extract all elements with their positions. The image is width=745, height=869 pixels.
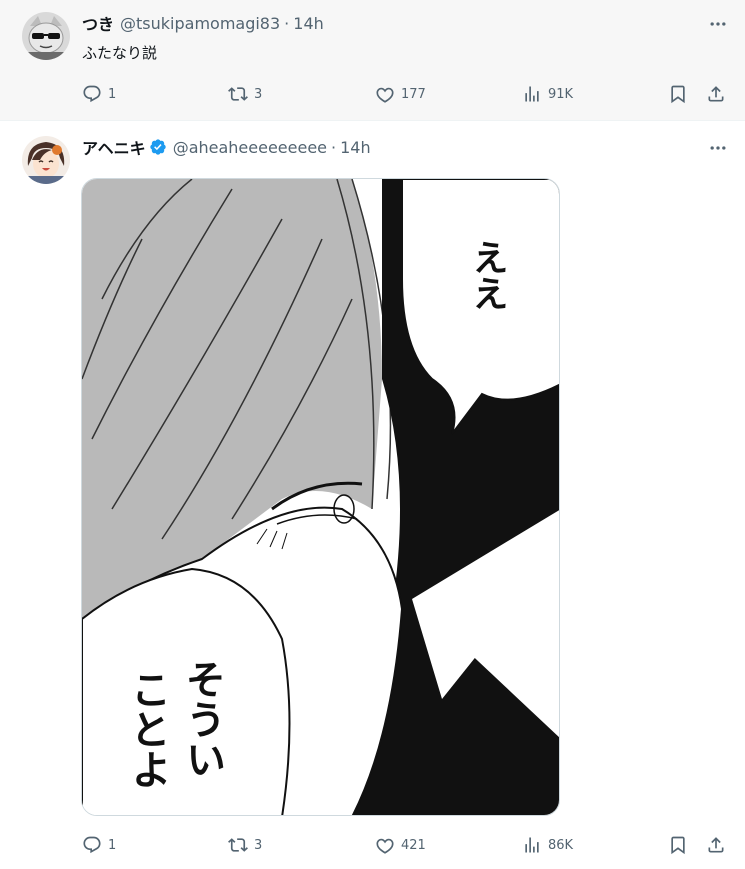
share-icon [708,837,724,853]
repost-count: 3 [254,837,263,853]
user-handle[interactable]: @tsukipamomagi83 [120,14,280,33]
tweet-1[interactable]: つき @tsukipamomagi83 · 14h ふたなり説 1 3 177 … [0,0,745,120]
reply-icon [83,836,101,854]
like-button[interactable]: 177 [375,82,426,106]
share-button[interactable] [706,833,726,857]
bookmark-icon [671,836,685,855]
tweet-header: アヘニキ @aheaheeeeeeeee · 14h [82,135,371,159]
bubble-text-bottom-1: そうい [179,659,225,779]
action-bar: 1 3 421 86K [82,833,731,857]
more-icon[interactable] [707,13,729,35]
reply-count: 1 [108,86,117,102]
reply-icon [83,85,101,103]
views-button[interactable]: 86K [522,833,573,857]
like-count: 177 [401,86,426,102]
separator: · [284,13,290,33]
repost-button[interactable]: 3 [228,82,262,106]
like-icon [376,838,394,854]
views-count: 86K [548,837,574,853]
more-icon[interactable] [707,137,729,159]
views-count: 91K [548,86,574,102]
verified-icon [150,139,166,155]
views-button[interactable]: 91K [522,82,573,106]
tweet-2[interactable]: アヘニキ @aheaheeeeeeeee · 14h ええ そうい ことよ 1 … [0,120,745,869]
bookmark-icon [671,85,685,104]
bubble-text-top: ええ [467,239,508,311]
action-bar: 1 3 177 91K [82,82,731,106]
share-button[interactable] [706,82,726,106]
avatar[interactable] [22,12,70,60]
bookmark-button[interactable] [668,82,688,106]
avatar[interactable] [22,136,70,184]
reply-count: 1 [108,837,117,853]
repost-icon [228,838,248,852]
bubble-text-bottom-2: ことよ [124,669,170,789]
like-count: 421 [401,837,426,853]
repost-icon [228,87,248,101]
reply-button[interactable]: 1 [82,82,116,106]
views-icon [525,86,539,102]
display-name[interactable]: アヘニキ [82,135,146,159]
reply-button[interactable]: 1 [82,833,116,857]
user-handle[interactable]: @aheaheeeeeeeee [173,138,327,157]
views-icon [525,837,539,853]
separator: · [331,137,337,157]
share-icon [708,86,724,102]
tweet-header: つき @tsukipamomagi83 · 14h [82,11,324,35]
like-icon [376,87,394,103]
tweet-text: ふたなり説 [82,44,158,62]
timestamp[interactable]: 14h [340,138,371,157]
display-name[interactable]: つき [82,11,114,35]
like-button[interactable]: 421 [375,833,426,857]
repost-button[interactable]: 3 [228,833,262,857]
timestamp[interactable]: 14h [293,14,324,33]
tweet-media-image[interactable]: ええ そうい ことよ [81,178,560,816]
repost-count: 3 [254,86,263,102]
bookmark-button[interactable] [668,833,688,857]
